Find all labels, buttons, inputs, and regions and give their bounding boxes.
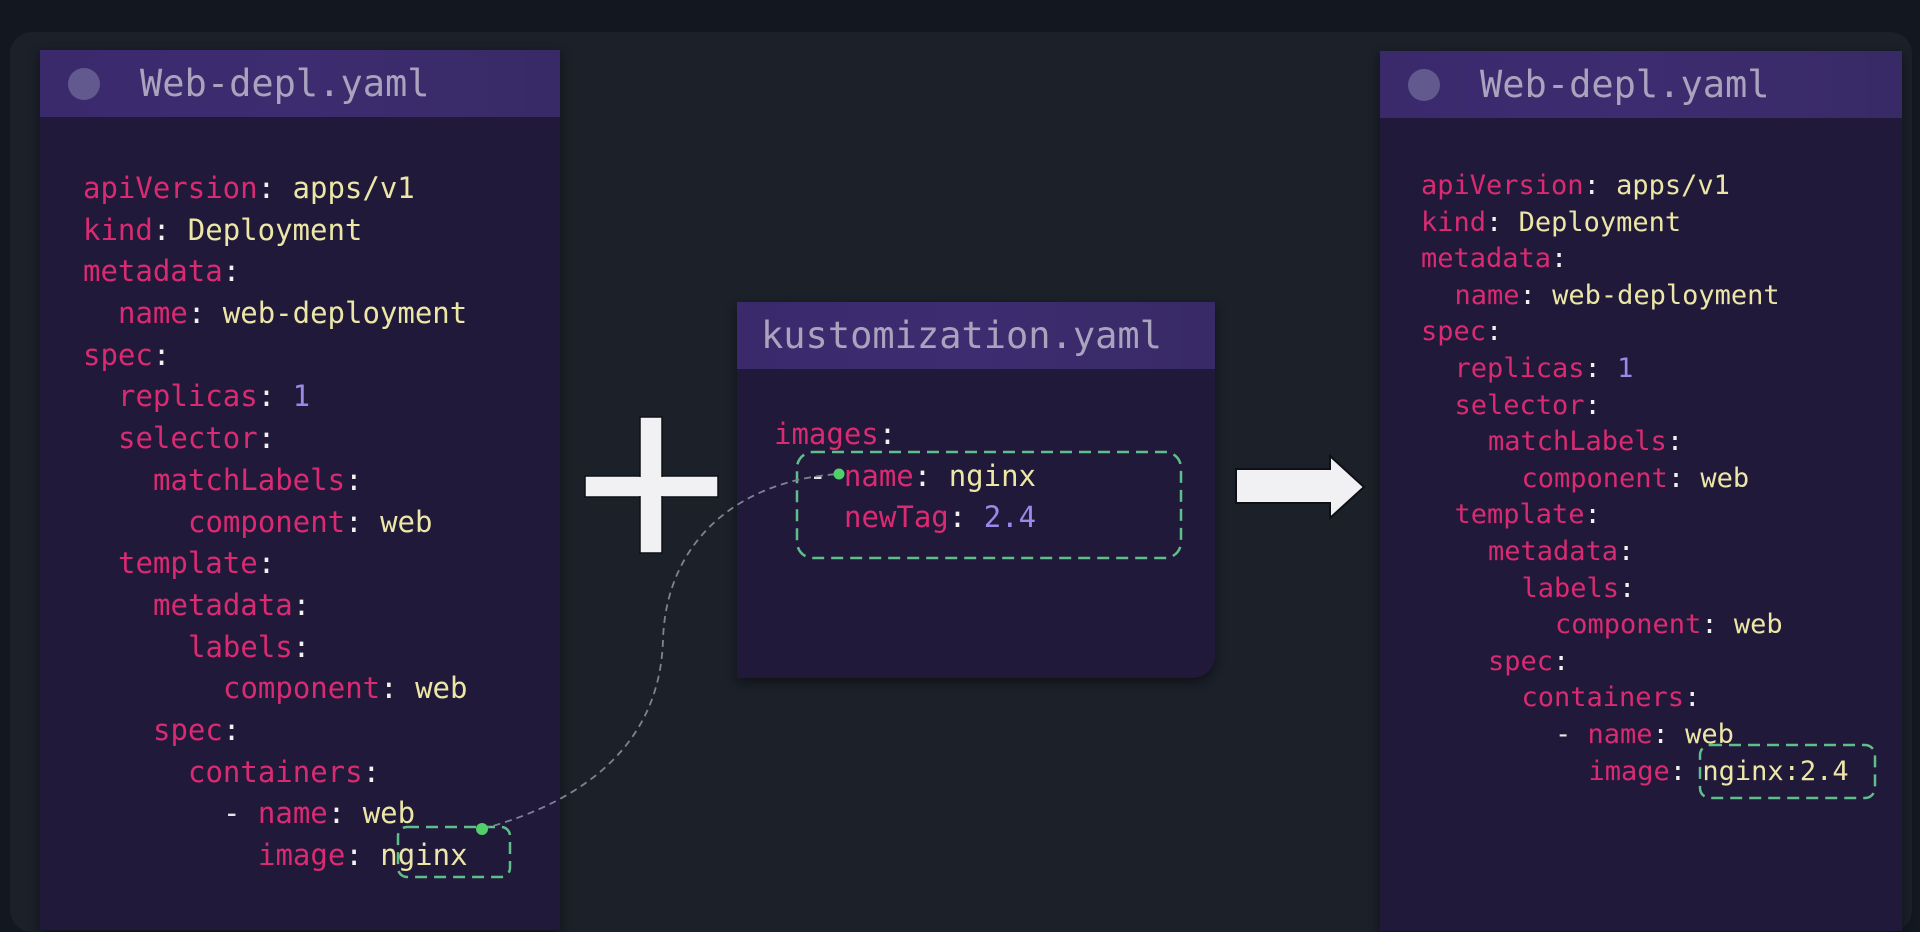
- plus-icon: [584, 416, 719, 554]
- connector-dot-source: [476, 823, 488, 835]
- source-image-highlight-box: [396, 825, 512, 879]
- kustomization-highlight-box: [795, 450, 1183, 560]
- connector-dot-target: [833, 468, 845, 480]
- result-image-highlight-box: [1698, 743, 1877, 800]
- diagram-overlay: [396, 416, 1877, 879]
- arrow-right-icon: [1235, 453, 1366, 521]
